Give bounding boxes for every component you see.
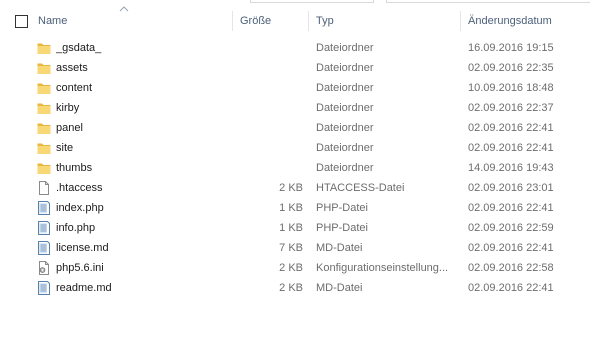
file-size [238, 118, 303, 138]
folder-icon [36, 160, 52, 176]
column-header-row: Name Größe Typ Änderungsdatum [0, 6, 590, 34]
file-size: 1 KB [279, 202, 303, 214]
file-modified-date: 02.09.2016 22:35 [468, 62, 554, 74]
file-row[interactable]: readme.md 2 KB MD-Datei 02.09.2016 22:41 [0, 278, 590, 298]
file-name: readme.md [56, 282, 112, 294]
select-all-checkbox[interactable] [15, 15, 28, 28]
text-file-icon [36, 280, 52, 296]
column-header-date-label: Änderungsdatum [468, 15, 552, 27]
file-modified-date: 02.09.2016 22:41 [468, 142, 554, 154]
column-header-name-label: Name [38, 15, 68, 27]
file-modified-date: 02.09.2016 22:58 [468, 262, 554, 274]
file-type: Dateiordner [316, 62, 374, 74]
file-size: 2 KB [279, 282, 303, 294]
file-name: .htaccess [56, 182, 103, 194]
file-size: 7 KB [279, 242, 303, 254]
file-name: assets [56, 62, 88, 74]
file-type: Dateiordner [316, 162, 374, 174]
folder-icon [36, 40, 52, 56]
config-file-icon [36, 260, 52, 276]
file-modified-date: 02.09.2016 22:59 [468, 222, 554, 234]
column-header-size-label: Größe [240, 15, 272, 27]
toolbar-edge-left [250, 0, 374, 3]
file-size [238, 98, 303, 118]
file-modified-date: 02.09.2016 23:01 [468, 182, 554, 194]
file-modified-date: 16.09.2016 19:15 [468, 42, 554, 54]
file-type: PHP-Datei [316, 222, 368, 234]
file-name: thumbs [56, 162, 93, 174]
column-divider[interactable] [308, 11, 309, 31]
column-header-size[interactable]: Größe [240, 8, 306, 34]
file-row[interactable]: assets Dateiordner 02.09.2016 22:35 [0, 58, 590, 78]
file-type: Dateiordner [316, 142, 374, 154]
file-row[interactable]: .htaccess 2 KB HTACCESS-Datei 02.09.2016 23… [0, 178, 590, 198]
file-type: MD-Datei [316, 282, 363, 294]
file-size: 2 KB [279, 262, 303, 274]
file-explorer-window: Name Größe Typ Änderungsdatum _gsdata_ Da… [0, 0, 590, 357]
file-name: info.php [56, 222, 96, 234]
file-modified-date: 02.09.2016 22:41 [468, 122, 554, 134]
text-file-icon [36, 200, 52, 216]
file-name: license.md [56, 242, 109, 254]
file-size [238, 138, 303, 158]
file-name: content [56, 82, 93, 94]
file-modified-date: 10.09.2016 18:48 [468, 82, 554, 94]
text-file-icon [36, 220, 52, 236]
file-row[interactable]: php5.6.ini 2 KB Konfigurationseinstellung.… [0, 258, 590, 278]
text-file-icon [36, 240, 52, 256]
file-row[interactable]: thumbs Dateiordner 14.09.2016 19:43 [0, 158, 590, 178]
file-modified-date: 02.09.2016 22:37 [468, 102, 554, 114]
file-type: Dateiordner [316, 82, 374, 94]
folder-icon [36, 100, 52, 116]
folder-icon [36, 120, 52, 136]
column-header-name[interactable]: Name [38, 8, 228, 34]
file-size [238, 38, 303, 58]
file-type: Dateiordner [316, 102, 374, 114]
file-name: panel [56, 122, 83, 134]
file-type: Konfigurationseinstellung... [316, 262, 449, 274]
file-row[interactable]: license.md 7 KB MD-Datei 02.09.2016 22:41 [0, 238, 590, 258]
column-divider[interactable] [460, 11, 461, 31]
file-size: 2 KB [279, 182, 303, 194]
folder-icon [36, 60, 52, 76]
file-size [238, 58, 303, 78]
file-size [238, 78, 303, 98]
column-header-type[interactable]: Typ [316, 8, 456, 34]
file-modified-date: 02.09.2016 22:41 [468, 282, 554, 294]
file-modified-date: 14.09.2016 19:43 [468, 162, 554, 174]
file-row[interactable]: content Dateiordner 10.09.2016 18:48 [0, 78, 590, 98]
folder-icon [36, 80, 52, 96]
file-row[interactable]: info.php 1 KB PHP-Datei 02.09.2016 22:59 [0, 218, 590, 238]
file-type: HTACCESS-Datei [316, 182, 405, 194]
search-box-edge[interactable] [386, 0, 590, 3]
file-modified-date: 02.09.2016 22:41 [468, 242, 554, 254]
column-header-date[interactable]: Änderungsdatum [468, 8, 588, 34]
file-size [238, 158, 303, 178]
file-row[interactable]: index.php 1 KB PHP-Datei 02.09.2016 22:41 [0, 198, 590, 218]
file-name: _gsdata_ [56, 42, 102, 54]
file-name: php5.6.ini [56, 262, 104, 274]
file-name: site [56, 142, 74, 154]
file-type: Dateiordner [316, 122, 374, 134]
file-modified-date: 02.09.2016 22:41 [468, 202, 554, 214]
file-row[interactable]: _gsdata_ Dateiordner 16.09.2016 19:15 [0, 38, 590, 58]
folder-icon [36, 140, 52, 156]
file-name: index.php [56, 202, 104, 214]
file-name: kirby [56, 102, 80, 114]
file-row[interactable]: panel Dateiordner 02.09.2016 22:41 [0, 118, 590, 138]
file-type: MD-Datei [316, 242, 363, 254]
column-divider[interactable] [232, 11, 233, 31]
file-row[interactable]: kirby Dateiordner 02.09.2016 22:37 [0, 98, 590, 118]
file-row[interactable]: site Dateiordner 02.09.2016 22:41 [0, 138, 590, 158]
column-header-type-label: Typ [316, 15, 334, 27]
file-size: 1 KB [279, 222, 303, 234]
blank-file-icon [36, 180, 52, 196]
file-list: _gsdata_ Dateiordner 16.09.2016 19:15 asset… [0, 38, 590, 298]
file-type: Dateiordner [316, 42, 374, 54]
file-type: PHP-Datei [316, 202, 368, 214]
